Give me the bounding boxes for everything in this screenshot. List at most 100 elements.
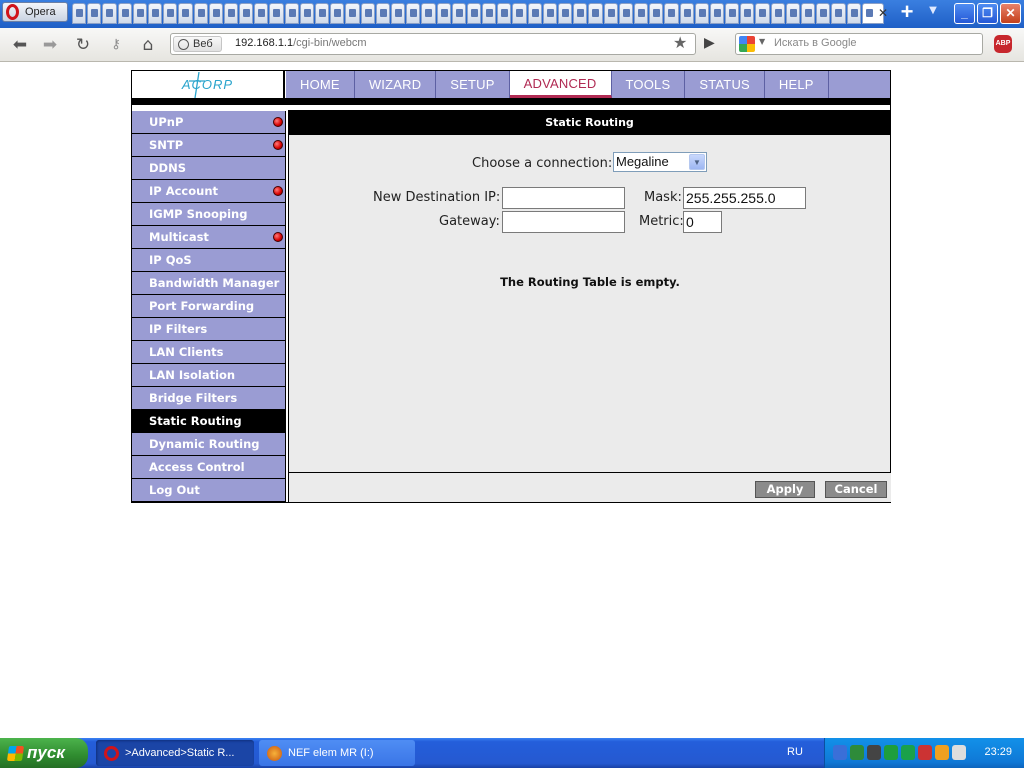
- browser-tab[interactable]: [725, 3, 740, 24]
- browser-tab[interactable]: [709, 3, 725, 24]
- tab-tools[interactable]: TOOLS: [612, 71, 686, 98]
- browser-tab[interactable]: [451, 3, 466, 24]
- window-close-icon[interactable]: ✕: [1000, 3, 1021, 24]
- close-tab-icon[interactable]: ✕: [876, 5, 890, 21]
- sidebar-item-igmp-snooping[interactable]: IGMP Snooping: [132, 203, 286, 226]
- sidebar-item-upnp[interactable]: UPnP: [132, 111, 286, 134]
- browser-tab[interactable]: [801, 3, 816, 24]
- browser-tab[interactable]: [558, 3, 573, 24]
- tab-status[interactable]: STATUS: [685, 71, 765, 98]
- browser-tab[interactable]: [72, 3, 87, 24]
- browser-tab[interactable]: [694, 3, 709, 24]
- opera-menu-button[interactable]: Opera: [2, 2, 68, 22]
- tray-app-icon[interactable]: [918, 745, 932, 760]
- mask-input[interactable]: [683, 187, 806, 209]
- browser-tab[interactable]: [239, 3, 254, 24]
- search-engine-chevron-icon[interactable]: ▼: [759, 37, 765, 46]
- browser-tab[interactable]: [269, 3, 284, 24]
- reload-icon[interactable]: ↻: [71, 33, 95, 57]
- browser-tab[interactable]: [406, 3, 421, 24]
- browser-tab[interactable]: [254, 3, 269, 24]
- browser-tab[interactable]: [436, 3, 451, 24]
- sidebar-item-static-routing[interactable]: Static Routing: [132, 410, 286, 433]
- forward-arrow-icon[interactable]: ➡: [38, 33, 62, 57]
- browser-tab[interactable]: [755, 3, 770, 24]
- taskbar-item-drive[interactable]: NEF elem MR (I:): [259, 740, 415, 766]
- tray-app-icon[interactable]: [901, 745, 915, 760]
- browser-tab[interactable]: [588, 3, 603, 24]
- browser-tab[interactable]: [330, 3, 345, 24]
- go-icon[interactable]: ▶: [704, 35, 715, 51]
- sidebar-item-port-forwarding[interactable]: Port Forwarding: [132, 295, 286, 318]
- sidebar-item-ddns[interactable]: DDNS: [132, 157, 286, 180]
- tray-app-icon[interactable]: [935, 745, 949, 760]
- browser-tab[interactable]: [132, 3, 147, 24]
- browser-tab[interactable]: [512, 3, 527, 24]
- browser-tab[interactable]: [618, 3, 633, 24]
- tab-wizard[interactable]: WIZARD: [355, 71, 437, 98]
- sidebar-item-bridge-filters[interactable]: Bridge Filters: [132, 387, 286, 410]
- chevron-down-icon[interactable]: ▼: [689, 154, 705, 170]
- browser-tab[interactable]: [527, 3, 542, 24]
- language-indicator[interactable]: RU: [787, 746, 803, 758]
- browser-tab[interactable]: [87, 3, 102, 24]
- browser-tab[interactable]: [846, 3, 861, 24]
- google-icon[interactable]: [739, 36, 755, 52]
- browser-tab[interactable]: [147, 3, 163, 24]
- sidebar-item-dynamic-routing[interactable]: Dynamic Routing: [132, 433, 286, 456]
- adblock-plus-icon[interactable]: ABP: [994, 35, 1012, 53]
- tab-home[interactable]: HOME: [286, 71, 355, 98]
- sidebar-item-access-control[interactable]: Access Control: [132, 456, 286, 479]
- browser-tab[interactable]: [740, 3, 755, 24]
- browser-tab[interactable]: [649, 3, 664, 24]
- wand-key-icon[interactable]: ⚷: [104, 33, 128, 57]
- browser-tab[interactable]: [223, 3, 239, 24]
- home-icon[interactable]: ⌂: [136, 33, 160, 57]
- search-input[interactable]: ▼ Искать в Google: [735, 33, 983, 55]
- browser-tab[interactable]: [193, 3, 208, 24]
- start-button[interactable]: пуск: [0, 738, 88, 768]
- back-arrow-icon[interactable]: ⬅: [8, 33, 32, 57]
- cancel-button[interactable]: Cancel: [825, 481, 887, 498]
- connection-select[interactable]: Megaline ▼: [613, 152, 707, 172]
- taskbar-item-opera[interactable]: >Advanced>Static R...: [96, 740, 254, 766]
- sidebar-item-ip-account[interactable]: IP Account: [132, 180, 286, 203]
- browser-tab[interactable]: [497, 3, 512, 24]
- sidebar-item-lan-isolation[interactable]: LAN Isolation: [132, 364, 286, 387]
- browser-tab[interactable]: [603, 3, 618, 24]
- sidebar-item-ip-qos[interactable]: IP QoS: [132, 249, 286, 272]
- browser-tab[interactable]: [208, 3, 223, 24]
- metric-input[interactable]: [683, 211, 722, 233]
- browser-tab[interactable]: [466, 3, 482, 24]
- sidebar-item-log-out[interactable]: Log Out: [132, 479, 286, 502]
- browser-tab[interactable]: [816, 3, 831, 24]
- browser-tab[interactable]: [117, 3, 132, 24]
- tray-app-icon[interactable]: [833, 745, 847, 760]
- tray-app-icon[interactable]: [952, 745, 966, 760]
- sidebar-item-multicast[interactable]: Multicast: [132, 226, 286, 249]
- tray-app-icon[interactable]: [884, 745, 898, 760]
- destination-ip-input[interactable]: [502, 187, 625, 209]
- tab-help[interactable]: HELP: [765, 71, 829, 98]
- brand-logo[interactable]: ACORP: [132, 71, 285, 98]
- browser-tab[interactable]: [679, 3, 694, 24]
- tab-advanced[interactable]: ADVANCED: [509, 71, 612, 98]
- browser-tab[interactable]: [163, 3, 178, 24]
- browser-tab[interactable]: [375, 3, 390, 24]
- browser-tab[interactable]: [785, 3, 800, 24]
- browser-tab[interactable]: [345, 3, 360, 24]
- browser-tab[interactable]: [390, 3, 406, 24]
- clock[interactable]: 23:29: [984, 746, 1012, 758]
- window-restore-icon[interactable]: ❐: [977, 3, 998, 24]
- browser-tab[interactable]: [770, 3, 785, 24]
- site-info-badge[interactable]: Веб: [173, 36, 222, 52]
- address-bar[interactable]: Веб 192.168.1.1/cgi-bin/webcm: [170, 33, 696, 55]
- browser-tab[interactable]: [421, 3, 436, 24]
- browser-tab[interactable]: [573, 3, 588, 24]
- browser-tab[interactable]: [482, 3, 497, 24]
- tray-app-icon[interactable]: [867, 745, 881, 760]
- star-icon[interactable]: ★: [673, 33, 687, 52]
- browser-tab[interactable]: [664, 3, 679, 24]
- browser-tab[interactable]: [542, 3, 557, 24]
- sidebar-item-ip-filters[interactable]: IP Filters: [132, 318, 286, 341]
